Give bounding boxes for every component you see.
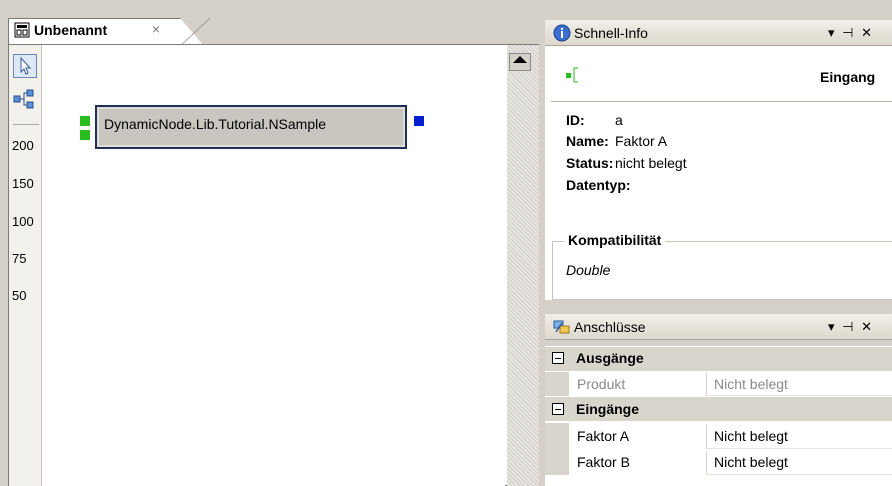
- quick-info-type: Eingang: [820, 69, 876, 85]
- zoom-200[interactable]: 200: [10, 138, 38, 153]
- tab-close-icon[interactable]: ×: [152, 21, 160, 37]
- input-port-icon: [566, 67, 578, 83]
- tab-title[interactable]: Unbenannt: [34, 22, 107, 38]
- tab-edge: [180, 18, 210, 46]
- cursor-arrow-icon: [20, 56, 32, 75]
- zoom-75[interactable]: 75: [10, 251, 38, 266]
- zoom-150[interactable]: 150: [10, 176, 38, 191]
- connections-title: Anschlüsse: [574, 319, 646, 335]
- tree-layout-icon: [13, 89, 34, 109]
- zoom-100[interactable]: 100: [10, 214, 38, 229]
- layout-tool-button[interactable]: [13, 88, 37, 112]
- property-value-faktor-a[interactable]: Nicht belegt: [714, 428, 788, 444]
- field-name-value: Faktor A: [615, 133, 668, 149]
- info-icon: [553, 24, 571, 42]
- group-label-ausgaenge: Ausgänge: [576, 350, 644, 366]
- scroll-up-arrow-icon: [513, 56, 527, 63]
- toolbox-separator: [13, 124, 39, 125]
- node-label: DynamicNode.Lib.Tutorial.NSample: [104, 116, 327, 132]
- property-value-faktor-b[interactable]: Nicht belegt: [714, 454, 788, 470]
- property-name-faktor-a: Faktor A: [577, 428, 630, 444]
- property-name-faktor-b: Faktor B: [577, 454, 630, 470]
- quick-info-window-controls[interactable]: ▾ ⊣ ✕: [828, 25, 874, 41]
- field-id-value: a: [615, 112, 623, 128]
- property-value-produkt: Nicht belegt: [714, 376, 788, 392]
- field-status-value: nicht belegt: [615, 155, 687, 171]
- collapse-ausgaenge-icon[interactable]: [552, 352, 564, 364]
- node-input-port-b[interactable]: [80, 130, 90, 140]
- row-gutter: [545, 372, 569, 396]
- collapse-eingaenge-icon[interactable]: [552, 403, 564, 415]
- quick-info-separator: [551, 101, 892, 102]
- row-gutter: [545, 423, 569, 475]
- quick-info-title: Schnell-Info: [574, 25, 648, 41]
- property-name-produkt: Produkt: [577, 376, 626, 392]
- connections-window-controls[interactable]: ▾ ⊣ ✕: [828, 319, 874, 335]
- node-output-port[interactable]: [414, 116, 424, 126]
- connections-icon: [553, 320, 570, 334]
- zoom-50[interactable]: 50: [10, 288, 38, 303]
- field-name-label: Name:: [566, 133, 609, 149]
- field-id-label: ID:: [566, 112, 585, 128]
- compatibility-title: Kompatibilität: [564, 232, 666, 248]
- document-icon: [14, 22, 30, 38]
- vertical-scrollbar[interactable]: [507, 45, 539, 486]
- field-status-label: Status:: [566, 155, 614, 171]
- node-input-port-a[interactable]: [80, 116, 90, 126]
- compatibility-value: Double: [566, 262, 611, 278]
- pointer-tool-button[interactable]: [13, 54, 37, 78]
- horizontal-splitter[interactable]: [545, 300, 892, 310]
- field-datatype-label: Datentyp:: [566, 177, 631, 193]
- group-label-eingaenge: Eingänge: [576, 401, 640, 417]
